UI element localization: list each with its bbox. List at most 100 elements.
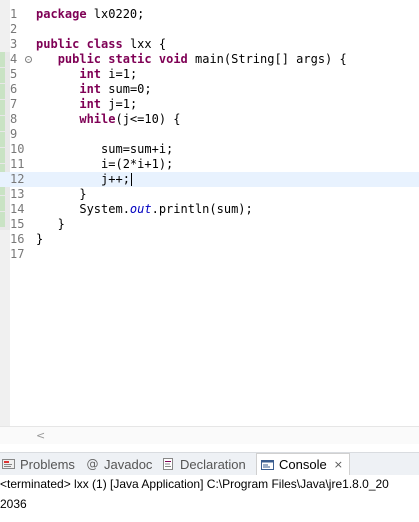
line-number: 2 (10, 22, 18, 36)
line-number: 9 (10, 127, 18, 141)
code-token: (j<=10) { (115, 112, 181, 126)
code-token: } (36, 217, 65, 231)
code-line[interactable]: 4- public static void main(String[] args… (0, 52, 419, 67)
code-token: i=(2*i+1); (36, 157, 174, 171)
line-number: 5 (10, 67, 18, 81)
line-number: 3 (10, 37, 18, 51)
code-line[interactable]: 3 public class lxx { (0, 37, 419, 52)
keyword-token: int (79, 67, 102, 81)
tab-console[interactable]: Console × (256, 453, 350, 475)
code-text: System.out.println(sum); (36, 202, 253, 217)
code-token: main(String[] args) { (187, 52, 347, 66)
code-token: j=1; (101, 97, 138, 111)
code-line[interactable]: 5 int i=1; (0, 67, 419, 82)
code-text: int sum=0; (36, 82, 152, 97)
code-text: public class lxx { (36, 37, 166, 52)
tab-problems[interactable]: Problems (2, 453, 75, 475)
code-token: j++; (36, 172, 130, 186)
line-number: 7 (10, 97, 18, 111)
line-number: 8 (10, 112, 18, 126)
code-line[interactable]: 7 int j=1; (0, 97, 419, 112)
console-status: <terminated> lxx (1) [Java Application] … (0, 477, 389, 491)
code-line[interactable]: 17 (0, 247, 419, 262)
tab-javadoc[interactable]: @ Javadoc (86, 453, 153, 475)
code-text: } (36, 217, 65, 232)
code-token: i=1; (101, 67, 138, 81)
line-number: 12 (10, 172, 25, 186)
code-token: } (36, 232, 44, 246)
code-token: lxx { (122, 37, 167, 51)
keyword-token: public (57, 52, 102, 66)
field-token: out (129, 202, 152, 216)
code-text: package lx0220; (36, 7, 144, 22)
code-text: sum=sum+i; (36, 142, 173, 157)
line-number: 1 (10, 7, 18, 21)
code-text: } (36, 187, 87, 202)
code-line[interactable]: 14 System.out.println(sum); (0, 202, 419, 217)
declaration-icon (163, 458, 173, 470)
code-line[interactable]: 8 while(j<=10) { (0, 112, 419, 127)
tab-label: Console (279, 457, 327, 472)
console-icon (261, 459, 274, 470)
line-number: 15 (10, 217, 25, 231)
problems-icon (2, 459, 15, 469)
code-line[interactable]: 10 sum=sum+i; (0, 142, 419, 157)
keyword-token: int (79, 82, 102, 96)
keyword-token: while (79, 112, 116, 126)
tab-label: Javadoc (104, 456, 153, 472)
code-editor[interactable]: 1 package lx0220; 2 3 public class lxx {4- p… (0, 0, 419, 445)
code-token: sum=0; (101, 82, 152, 96)
views-panel: Problems @ Javadoc Declaration Console × (0, 444, 419, 522)
javadoc-icon: @ (86, 457, 99, 471)
line-number: 14 (10, 202, 25, 216)
close-icon[interactable]: × (334, 458, 343, 471)
code-lines[interactable]: 1 package lx0220; 2 3 public class lxx {4- p… (0, 7, 419, 262)
keyword-token: public (36, 37, 80, 51)
code-text: while(j<=10) { (36, 112, 181, 127)
code-text: public static void main(String[] args) { (36, 52, 347, 67)
code-line[interactable]: 12 j++; (0, 172, 419, 187)
fold-collapse-icon[interactable]: - (25, 56, 32, 64)
line-number: 13 (10, 187, 25, 201)
scroll-left-icon[interactable]: < (36, 429, 45, 442)
horizontal-scrollbar[interactable]: < (0, 426, 419, 445)
code-line[interactable]: 9 (0, 127, 419, 142)
code-text: int i=1; (36, 67, 137, 82)
line-number: 17 (10, 247, 25, 261)
code-token: } (36, 187, 87, 201)
code-text: j++; (36, 172, 132, 187)
code-token: sum=sum+i; (36, 142, 174, 156)
line-number: 10 (10, 142, 25, 156)
code-text: int j=1; (36, 97, 137, 112)
code-text: i=(2*i+1); (36, 157, 173, 172)
line-number: 6 (10, 82, 18, 96)
code-token: .println(sum); (151, 202, 253, 216)
tab-declaration[interactable]: Declaration (162, 453, 246, 475)
keyword-token: int (79, 97, 102, 111)
keyword-token: static (108, 52, 152, 66)
text-caret (130, 173, 132, 186)
tab-label: Problems (20, 456, 75, 472)
keyword-token: void (158, 52, 188, 66)
console-output[interactable]: 2036 (0, 497, 27, 511)
keyword-token: package (36, 7, 87, 21)
view-tab-bar: Problems @ Javadoc Declaration Console × (0, 452, 419, 475)
code-line[interactable]: 1 package lx0220; (0, 7, 419, 22)
code-line[interactable]: 6 int sum=0; (0, 82, 419, 97)
code-line[interactable]: 11 i=(2*i+1); (0, 157, 419, 172)
code-line[interactable]: 15 } (0, 217, 419, 232)
line-number: 11 (10, 157, 25, 171)
code-text: } (36, 232, 43, 247)
code-line[interactable]: 16} (0, 232, 419, 247)
code-token: lx0220; (86, 7, 145, 21)
code-line[interactable]: 13 } (0, 187, 419, 202)
code-token: System. (36, 202, 130, 216)
code-line[interactable]: 2 (0, 22, 419, 37)
